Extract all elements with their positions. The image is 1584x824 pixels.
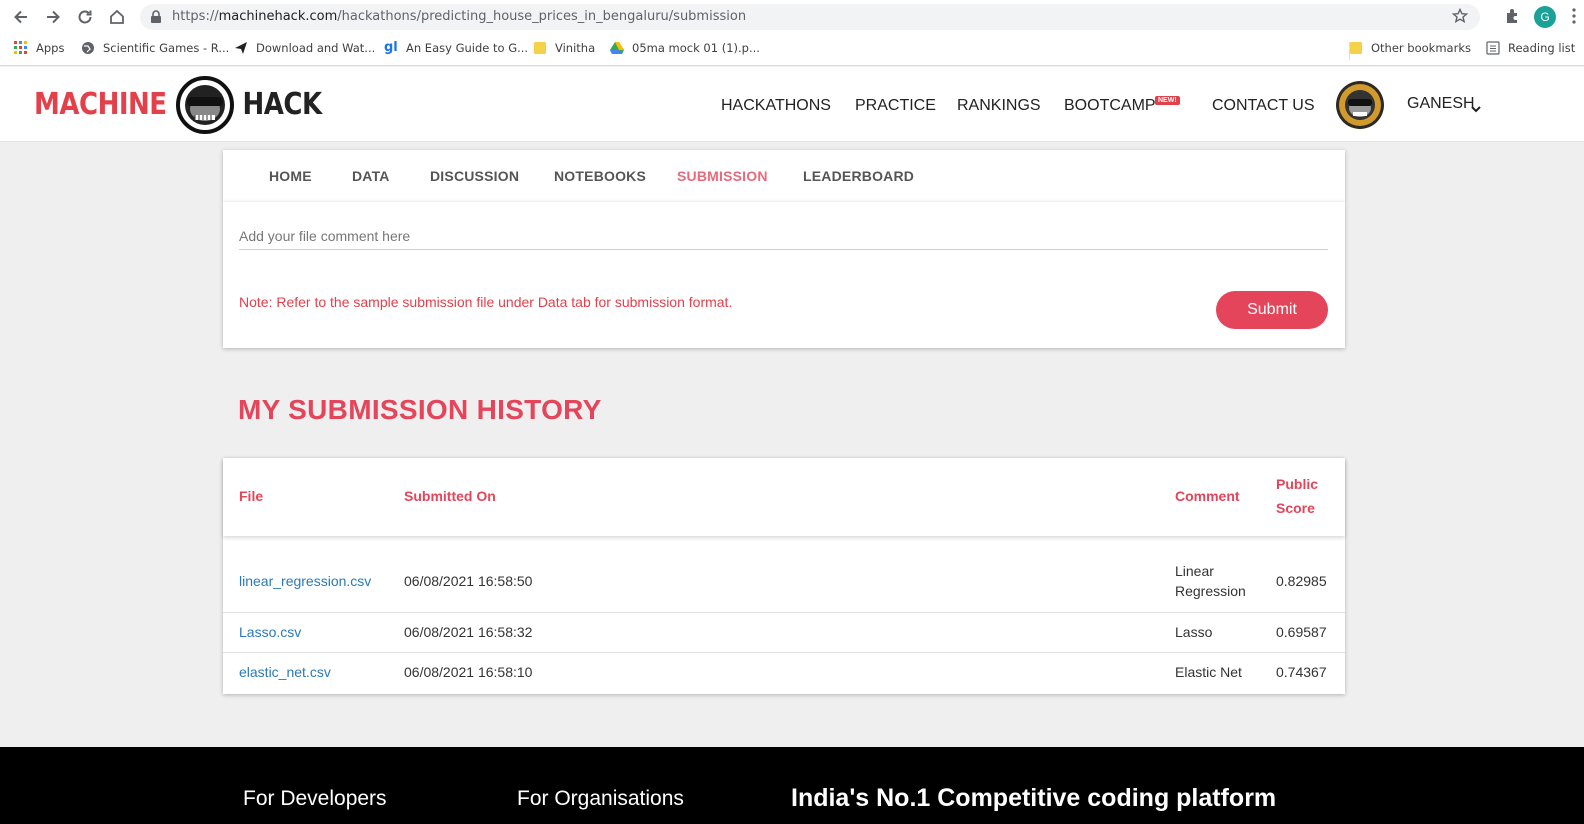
submitted-on-cell: 06/08/2021 16:58:50: [404, 573, 533, 589]
profile-avatar[interactable]: G: [1534, 6, 1556, 28]
score-cell: 0.82985: [1276, 573, 1327, 589]
public-score-line1: Public: [1276, 476, 1319, 492]
tab-discussion[interactable]: DISCUSSION: [430, 168, 519, 184]
machinehack-logo[interactable]: MACHINE HACK: [34, 75, 322, 135]
tab-leaderboard[interactable]: LEADERBOARD: [803, 168, 914, 184]
submission-history-table: File Submitted On Comment Public Score li…: [223, 458, 1345, 694]
logo-text-machine: MACHINE: [34, 87, 167, 123]
comment-cell: Linear Regression: [1175, 561, 1246, 601]
bookmark-label: Reading list: [1508, 41, 1576, 55]
extensions-puzzle-icon[interactable]: [1504, 7, 1522, 30]
drive-icon: [610, 41, 624, 55]
bookmark-star-icon[interactable]: [1451, 7, 1469, 29]
table-row: elastic_net.csv 06/08/2021 16:58:10 Elas…: [223, 653, 1345, 694]
table-row: Lasso.csv 06/08/2021 16:58:32 Lasso 0.69…: [223, 613, 1345, 653]
bookmark-download[interactable]: Download and Wat...: [234, 41, 375, 55]
bookmark-label: Other bookmarks: [1371, 41, 1471, 55]
logo-text-hack: HACK: [242, 87, 323, 123]
bookmark-apps[interactable]: Apps: [14, 41, 64, 55]
user-avatar[interactable]: [1336, 81, 1384, 129]
browser-menu-icon[interactable]: [1572, 8, 1576, 24]
file-comment-input[interactable]: [239, 222, 1328, 250]
bookmark-label: An Easy Guide to G...: [406, 41, 529, 55]
file-link[interactable]: elastic_net.csv: [239, 662, 331, 682]
submission-form: Note: Refer to the sample submission fil…: [223, 202, 1345, 348]
url-text: https://machinehack.com/hackathons/predi…: [172, 9, 747, 24]
reading-list-icon: [1486, 41, 1500, 55]
submission-history-title: MY SUBMISSION HISTORY: [238, 394, 602, 425]
bookmark-easy-guide[interactable]: gl An Easy Guide to G...: [384, 40, 529, 56]
submit-button[interactable]: Submit: [1216, 291, 1328, 329]
folder-icon: [1349, 41, 1363, 55]
comment-cell: Elastic Net: [1175, 664, 1242, 680]
address-bar[interactable]: https://machinehack.com/hackathons/predi…: [140, 4, 1480, 30]
nav-bootcamp[interactable]: BOOTCAMP: [1064, 97, 1156, 115]
tab-notebooks[interactable]: NOTEBOOKS: [554, 168, 646, 184]
hackathon-tabs: HOME DATA DISCUSSION NOTEBOOKS SUBMISSIO…: [223, 150, 1345, 202]
table-row: linear_regression.csv 06/08/2021 16:58:5…: [223, 536, 1345, 613]
reload-icon[interactable]: [74, 6, 96, 28]
submission-note: Note: Refer to the sample submission fil…: [239, 294, 733, 310]
score-cell: 0.69587: [1276, 624, 1327, 640]
tab-data[interactable]: DATA: [352, 168, 390, 184]
user-name[interactable]: GANESH: [1407, 95, 1475, 113]
comment-line2: Regression: [1175, 583, 1246, 599]
comment-cell: Lasso: [1175, 624, 1213, 640]
globe-icon: [81, 41, 95, 55]
home-icon[interactable]: [106, 6, 128, 28]
lock-icon: [150, 10, 162, 29]
file-link[interactable]: Lasso.csv: [239, 622, 301, 642]
back-arrow-icon[interactable]: [10, 6, 32, 28]
chevron-down-icon[interactable]: [1471, 100, 1481, 118]
bookmark-other[interactable]: Other bookmarks: [1349, 41, 1471, 55]
nav-hackathons[interactable]: HACKATHONS: [721, 97, 831, 115]
gl-icon: gl: [384, 40, 398, 55]
bookmark-label: Scientific Games - R...: [103, 41, 230, 55]
bookmark-label: Apps: [36, 41, 65, 55]
bookmark-scientific-games[interactable]: Scientific Games - R...: [81, 41, 229, 55]
apps-grid-icon: [14, 41, 28, 55]
bookmarks-bar: Apps Scientific Games - R... Download an…: [0, 34, 1584, 66]
submitted-on-cell: 06/08/2021 16:58:32: [404, 624, 533, 640]
public-score-line2: Score: [1276, 500, 1315, 516]
site-footer: For Developers For Organisations India's…: [0, 747, 1584, 824]
reading-list[interactable]: Reading list: [1486, 41, 1575, 55]
folder-icon: [533, 41, 547, 55]
bookmark-label: 05ma mock 01 (1).p...: [632, 41, 760, 55]
submitted-on-cell: 06/08/2021 16:58:10: [404, 664, 533, 680]
footer-for-developers[interactable]: For Developers: [243, 787, 387, 811]
column-header-file: File: [239, 488, 264, 504]
column-header-comment: Comment: [1175, 488, 1240, 504]
footer-tagline: India's No.1 Competitive coding platform: [791, 784, 1277, 812]
table-header: File Submitted On Comment Public Score: [223, 458, 1345, 536]
comment-line1: Linear: [1175, 563, 1214, 579]
tab-submission[interactable]: SUBMISSION: [677, 168, 768, 184]
forward-arrow-icon[interactable]: [42, 6, 64, 28]
nav-contact-us[interactable]: CONTACT US: [1212, 97, 1315, 115]
paper-plane-icon: [234, 41, 248, 55]
file-link[interactable]: linear_regression.csv: [239, 571, 371, 591]
bookmark-label: Download and Wat...: [256, 41, 376, 55]
browser-toolbar: https://machinehack.com/hackathons/predi…: [0, 0, 1584, 34]
new-badge: NEW!: [1155, 96, 1180, 105]
bookmark-mock[interactable]: 05ma mock 01 (1).p...: [610, 41, 760, 55]
column-header-public-score: Public Score: [1276, 472, 1318, 520]
footer-for-organisations[interactable]: For Organisations: [517, 787, 684, 811]
nav-rankings[interactable]: RANKINGS: [957, 97, 1041, 115]
bookmark-vinitha[interactable]: Vinitha: [533, 41, 595, 55]
score-cell: 0.74367: [1276, 664, 1327, 680]
column-header-submitted-on: Submitted On: [404, 488, 496, 504]
monkey-astronaut-icon: [173, 75, 237, 135]
tab-home[interactable]: HOME: [269, 168, 312, 184]
nav-practice[interactable]: PRACTICE: [855, 97, 936, 115]
bookmark-label: Vinitha: [555, 41, 596, 55]
